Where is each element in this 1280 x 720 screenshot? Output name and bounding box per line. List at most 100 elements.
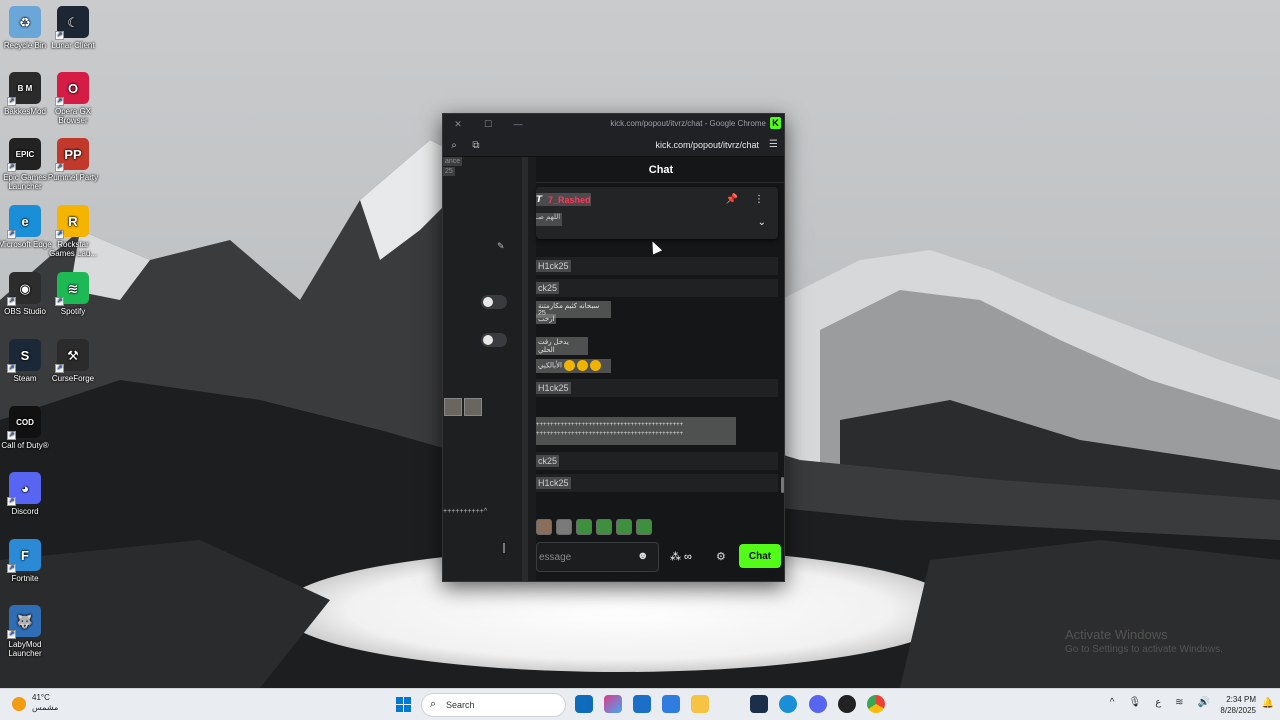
clock[interactable]: 2:34 PM 8/28/2025: [1220, 694, 1256, 716]
avatar[interactable]: [444, 398, 462, 416]
chevron-up-icon[interactable]: ^: [1110, 697, 1115, 708]
badge-icon: 𝙏: [536, 194, 543, 204]
desktop-icon[interactable]: PP ↗ Pummel Party: [46, 138, 100, 182]
desktop-icon[interactable]: EPIC ↗ Epic Games Launcher: [0, 138, 52, 191]
chat-username[interactable]: H1ck25: [536, 260, 571, 272]
shortcut-arrow-icon: ↗: [7, 163, 16, 172]
obs-icon[interactable]: [838, 695, 856, 713]
desktop-icon[interactable]: R ↗ Rockstar Games Lau...: [46, 205, 100, 258]
chat-scrollbar[interactable]: [781, 477, 784, 493]
store-icon[interactable]: [633, 695, 651, 713]
laughing-emoji-icon: [589, 360, 601, 371]
toggle-switch-1[interactable]: [481, 295, 507, 309]
mic-off-icon[interactable]: ✎: [497, 241, 505, 252]
url-text[interactable]: kick.com/popout/itvrz/chat: [655, 140, 759, 150]
desktop-icon[interactable]: B M ↗ BakkesMod: [0, 72, 52, 116]
desktop-icon[interactable]: ◕ ↗ Discord: [0, 472, 52, 516]
chat-message[interactable]: H1ck25: [536, 379, 778, 397]
chat-username[interactable]: ck25: [536, 282, 560, 294]
file-explorer-icon[interactable]: [691, 695, 709, 713]
chat-input-row: essage ☻ ⁂ ∞ ⚙ Chat: [536, 542, 784, 574]
laughing-emoji-icon: [563, 360, 575, 371]
gear-icon[interactable]: ⚙: [716, 550, 726, 563]
minimize-icon[interactable]: —: [503, 119, 533, 129]
window-titlebar[interactable]: ✕ ☐ — kick.com/popout/itvrz/chat - Googl…: [443, 114, 784, 134]
emote-icon[interactable]: [616, 519, 632, 535]
desktop-icon-label: Epic Games Launcher: [3, 173, 47, 191]
pin-icon[interactable]: 📌: [726, 194, 738, 205]
desktop-icon[interactable]: ♻ Recycle Bin: [0, 6, 52, 50]
chat-username[interactable]: H1ck25: [536, 382, 571, 394]
copilot-icon[interactable]: [604, 695, 622, 713]
desktop-icon[interactable]: F ↗ Fortnite: [0, 539, 52, 583]
chat-message[interactable]: ck25: [536, 279, 778, 297]
discord-icon[interactable]: [809, 695, 827, 713]
emote-icon[interactable]: [536, 519, 552, 535]
chat-header: Chat: [536, 157, 784, 183]
shortcut-arrow-icon: ↗: [55, 163, 64, 172]
pinned-username[interactable]: 7_Rashed: [548, 195, 591, 205]
chat-username[interactable]: ck25: [536, 455, 560, 467]
app-icon: O ↗: [55, 72, 89, 106]
kick-points-icon[interactable]: ⁂ ∞: [670, 550, 692, 563]
chat-message[interactable]: ++++++++++++++++++++++++++++++++++++++++…: [536, 417, 736, 445]
scroll-thumb[interactable]: [503, 543, 505, 553]
more-options-icon[interactable]: ⋮: [754, 194, 764, 205]
microphone-icon[interactable]: 🎙: [1128, 697, 1141, 708]
emote-icon[interactable]: [556, 519, 572, 535]
desktop-icon-label: Fortnite: [11, 574, 39, 583]
left-panel-plus-text: ++++++++++^: [443, 508, 488, 515]
desktop-icon[interactable]: COD ↗ Call of Duty®: [0, 406, 52, 450]
send-chat-button[interactable]: Chat: [739, 544, 781, 568]
desktop-icon[interactable]: ◉ ↗ OBS Studio: [0, 272, 52, 316]
volume-icon[interactable]: 🔊: [1198, 697, 1210, 708]
app-icon: B M ↗: [7, 72, 41, 106]
desktop-icon[interactable]: ☾ ↗ Lunar Client: [46, 6, 100, 50]
emote-icon[interactable]: [636, 519, 652, 535]
desktop-icon[interactable]: 🐺 ↗ LabyMod Launcher: [0, 605, 52, 658]
wifi-icon[interactable]: ≋: [1175, 697, 1183, 708]
desktop-icon[interactable]: O ↗ Opera GX Browser: [46, 72, 100, 125]
chevron-down-icon[interactable]: ⌄: [758, 217, 766, 228]
start-button[interactable]: [396, 697, 412, 713]
chat-username[interactable]: H1ck25: [536, 477, 571, 489]
battlenet-icon[interactable]: [750, 695, 768, 713]
notification-bell-icon[interactable]: 🔔: [1262, 698, 1274, 709]
desktop-icon-label: Discord: [11, 507, 39, 516]
chrome-icon[interactable]: [867, 695, 885, 713]
app-icon: 🐺 ↗: [7, 605, 41, 639]
shortcut-arrow-icon: ↗: [55, 97, 64, 106]
site-settings-icon[interactable]: ☰: [769, 139, 778, 150]
app-icon: PP ↗: [55, 138, 89, 172]
edge-icon[interactable]: [779, 695, 797, 713]
emote-icon[interactable]: [596, 519, 612, 535]
desktop-icon-label: LabyMod Launcher: [8, 640, 42, 658]
maximize-icon[interactable]: ☐: [473, 119, 503, 130]
weather-widget[interactable]: 41°C مشمس: [12, 693, 58, 713]
shortcut-arrow-icon: ↗: [7, 230, 16, 239]
emoji-picker-icon[interactable]: ☻: [637, 550, 649, 562]
desktop-icon-label: Opera GX Browser: [54, 107, 91, 125]
language-indicator[interactable]: ع: [1155, 697, 1161, 708]
emote-icon[interactable]: [576, 519, 592, 535]
cast-icon[interactable]: ⧉: [465, 140, 487, 151]
desktop-icon[interactable]: ≋ ↗ Spotify: [46, 272, 100, 316]
chat-message[interactable]: H1ck25: [536, 257, 778, 275]
chat-message[interactable]: H1ck25: [536, 474, 778, 492]
desktop-icon[interactable]: ⚒ ↗ CurseForge: [46, 339, 100, 383]
toggle-switch-2[interactable]: [481, 333, 507, 347]
desktop-icon[interactable]: S ↗ Steam: [0, 339, 52, 383]
taskbar-search[interactable]: ⌕ Search: [421, 693, 566, 717]
avatar[interactable]: [464, 398, 482, 416]
app-icon: F ↗: [7, 539, 41, 573]
defender-icon[interactable]: [662, 695, 680, 713]
shortcut-arrow-icon: ↗: [7, 564, 16, 573]
outlook-icon[interactable]: [575, 695, 593, 713]
desktop-icon[interactable]: e ↗ Microsoft Edge: [0, 205, 52, 249]
pinned-message[interactable]: 𝙏 7_Rashed اللهم صـ 📌 ⋮ ⌄: [536, 187, 778, 239]
chat-message[interactable]: ck25: [536, 452, 778, 470]
zoom-icon[interactable]: ⌕: [443, 140, 465, 151]
close-icon[interactable]: ✕: [443, 119, 473, 130]
page-content: ance 25 ✎ ++++++++++^ Chat 𝙏 7_Rashed ال…: [443, 157, 784, 581]
activate-windows-watermark: Activate Windows Go to Settings to activ…: [1065, 627, 1223, 655]
